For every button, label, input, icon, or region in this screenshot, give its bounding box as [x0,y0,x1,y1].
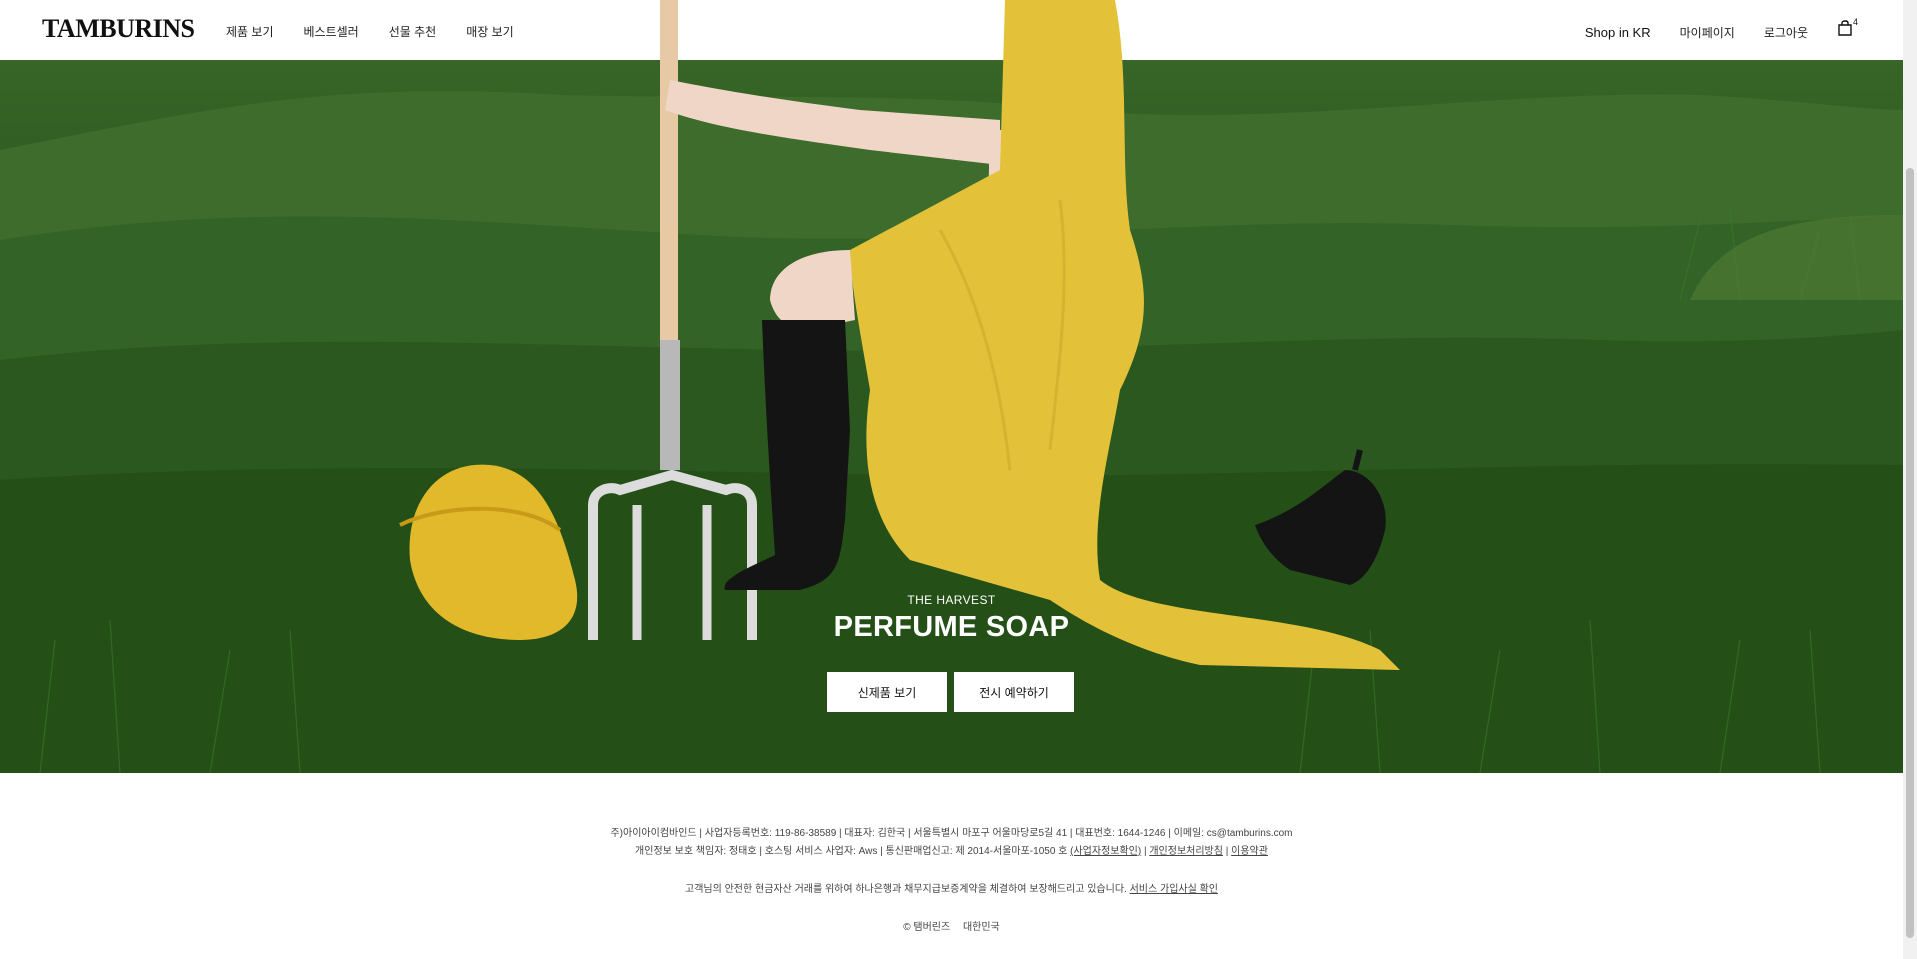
book-exhibition-button[interactable]: 전시 예약하기 [954,672,1074,712]
legal-info: 개인정보 보호 책임자: 정태호 | 호스팅 서비스 사업자: Aws | 통신… [635,846,1268,857]
hero-headline: PERFUME SOAP [833,611,1070,643]
service-check-link[interactable]: 서비스 가입사실 확인 [1130,884,1218,895]
nav-item-gift[interactable]: 선물 추천 [389,23,437,40]
hero-image [0,0,1903,773]
hero-copy: THE HARVEST PERFUME SOAP [0,593,1903,644]
shop-region-link[interactable]: Shop in KR [1585,25,1651,40]
site-header: TAMBURINS 제품 보기 베스트셀러 선물 추천 매장 보기 Shop i… [0,0,1903,62]
footer-bottom: © 탬버린즈 대한민국 [0,919,1903,937]
company-info: 주)아이아이컴바인드 | 사업자등록번호: 119-86-38589 | 대표자… [610,828,1293,839]
privacy-policy-link[interactable]: 개인정보처리방침 [1149,846,1223,857]
hero-banner: THE HARVEST PERFUME SOAP 신제품 보기 전시 예약하기 [0,0,1903,773]
site-footer: 주)아이아이컴바인드 | 사업자등록번호: 119-86-38589 | 대표자… [0,773,1903,959]
logout-link[interactable]: 로그아웃 [1764,24,1808,41]
terms-link[interactable]: 이용약관 [1231,846,1268,857]
logo[interactable]: TAMBURINS [42,14,195,44]
nav-item-stores[interactable]: 매장 보기 [466,23,514,40]
hero-eyebrow: THE HARVEST [907,593,996,607]
legal-text: 개인정보 보호 책임자: 정태호 | 호스팅 서비스 사업자: Aws | 통신… [635,846,1068,857]
escrow-info: 고객님의 안전한 현금자산 거래를 위하여 하나은행과 채무지급보증계약을 체결… [0,881,1903,899]
hero-cta-row: 신제품 보기 전시 예약하기 [827,672,1074,712]
business-info-link[interactable]: (사업자정보확인) [1070,846,1141,857]
escrow-text: 고객님의 안전한 현금자산 거래를 위하여 하나은행과 채무지급보증계약을 체결… [685,884,1127,895]
country-selector[interactable]: 대한민국 [963,922,1000,933]
main-nav: 제품 보기 베스트셀러 선물 추천 매장 보기 [226,23,514,40]
scrollbar-thumb[interactable] [1906,168,1914,938]
cart-button[interactable]: 4 [1837,17,1859,38]
copyright: © 탬버린즈 [903,922,951,933]
utility-nav: Shop in KR 마이페이지 로그아웃 4 [1585,17,1859,41]
scrollbar[interactable] [1903,0,1917,959]
nav-item-bestseller[interactable]: 베스트셀러 [304,23,359,40]
view-new-products-button[interactable]: 신제품 보기 [827,672,947,712]
mypage-link[interactable]: 마이페이지 [1680,24,1735,41]
nav-item-products[interactable]: 제품 보기 [226,23,274,40]
cart-count: 4 [1853,17,1859,27]
shopping-bag-icon [1838,20,1852,36]
